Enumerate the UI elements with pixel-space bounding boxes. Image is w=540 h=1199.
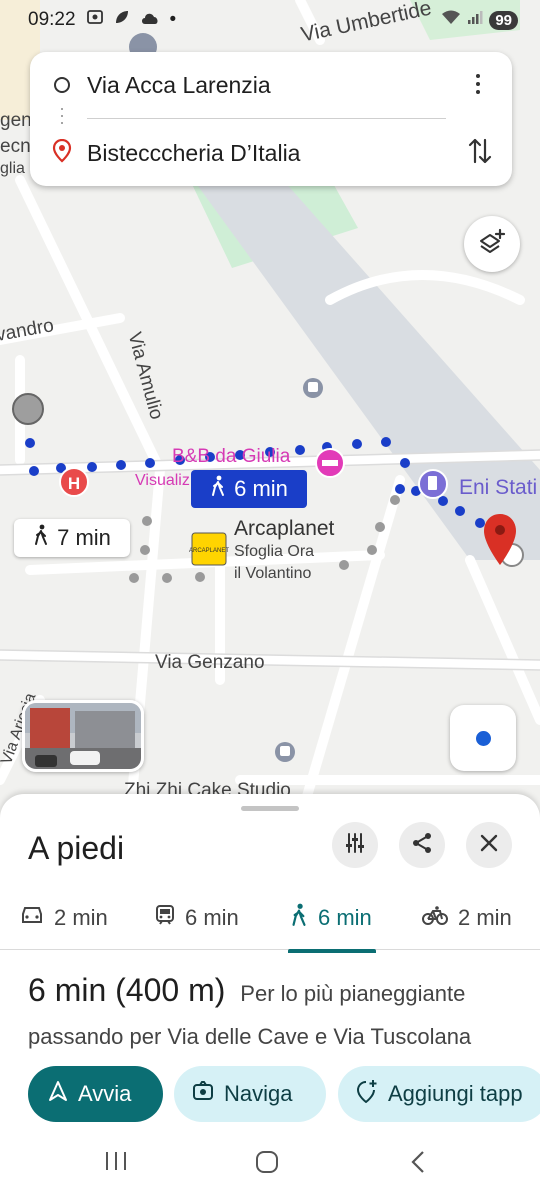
destination-field[interactable]: Bistecccheria D’Italia — [87, 140, 300, 167]
bus-stop-icon — [303, 378, 323, 398]
origin-field[interactable]: Via Acca Larenzia — [87, 72, 271, 99]
leaf-icon — [114, 9, 130, 31]
recent-apps-icon[interactable] — [104, 1150, 128, 1177]
close-icon — [479, 833, 499, 858]
bike-icon — [422, 905, 448, 931]
summary-note: Per lo più pianeggiante — [240, 981, 466, 1006]
home-icon[interactable] — [255, 1150, 279, 1179]
status-time: 09:22 — [28, 9, 76, 30]
my-location-button[interactable] — [450, 705, 516, 771]
tab-walk[interactable]: 6 min — [290, 886, 372, 950]
route-summary: 6 min (400 m) Per lo più pianeggiante — [28, 972, 465, 1009]
summary-time: 6 min — [28, 972, 107, 1008]
destination-row[interactable]: Bistecccheria D’Italia — [30, 125, 512, 181]
back-icon[interactable] — [408, 1150, 428, 1179]
tab-bike[interactable]: 2 min — [422, 886, 512, 950]
poi-eni-label[interactable]: Eni Stati — [459, 476, 537, 500]
tab-car[interactable]: 2 min — [20, 886, 108, 950]
tab-transit[interactable]: 6 min — [155, 886, 239, 950]
navigate-button[interactable]: Naviga — [174, 1066, 326, 1122]
car-icon — [20, 905, 44, 931]
battery-indicator: 99 — [489, 10, 518, 30]
add-stop-icon — [356, 1079, 378, 1109]
poi-bb-label[interactable]: B&B da Giulia — [172, 446, 290, 468]
poi-sfoglia-label: Sfoglia Ora — [234, 543, 315, 560]
sheet-drag-handle[interactable] — [241, 806, 299, 811]
poi-volantino-label: il Volantino — [234, 565, 312, 582]
navigation-arrow-icon — [48, 1080, 68, 1108]
street-label-genzano: Via Genzano — [155, 652, 265, 673]
close-button[interactable] — [466, 822, 512, 868]
poi-visualiz-label: Visualiz — [135, 472, 190, 489]
layers-icon — [478, 228, 506, 261]
add-stop-button[interactable]: Aggiungi tapp — [338, 1066, 540, 1122]
tab-transit-label: 6 min — [185, 905, 239, 930]
tab-car-label: 2 min — [54, 905, 108, 930]
edge-label: glia — [0, 160, 25, 177]
route-time-badge[interactable]: 6 min — [191, 470, 307, 508]
svg-text:ARCAPLANET: ARCAPLANET — [189, 548, 229, 554]
origin-circle-icon — [54, 77, 70, 93]
navigate-icon — [192, 1080, 214, 1108]
route-search-card: Via Acca Larenzia Bistecccheria D’Italia — [30, 52, 512, 186]
wifi-icon — [441, 9, 461, 31]
poi-arcaplanet-label[interactable]: Arcaplanet — [234, 517, 334, 541]
swap-icon[interactable] — [468, 136, 492, 171]
street-view-thumbnail[interactable] — [22, 700, 144, 772]
start-label: Avvia — [78, 1081, 132, 1106]
signal-icon — [467, 9, 483, 31]
active-tab-indicator — [288, 949, 376, 953]
walk-icon — [33, 524, 49, 552]
share-button[interactable] — [399, 822, 445, 868]
more-options-icon[interactable] — [468, 74, 488, 98]
route-options-button[interactable] — [332, 822, 378, 868]
street-view-image — [25, 703, 141, 769]
cloud-icon — [140, 9, 160, 31]
location-icon — [475, 730, 491, 746]
layers-button[interactable] — [464, 216, 520, 272]
tab-walk-label: 6 min — [318, 905, 372, 930]
svg-text:H: H — [68, 474, 80, 493]
sliders-icon — [344, 832, 366, 859]
screenshot-icon — [86, 8, 104, 32]
route-time-label: 6 min — [234, 476, 288, 501]
train-icon — [155, 904, 175, 932]
dot-icon: • — [169, 9, 177, 30]
system-navigation-bar — [0, 1130, 540, 1199]
destination-pin-icon — [52, 138, 72, 168]
alt-route-time-badge[interactable]: 7 min — [14, 519, 130, 557]
tab-bike-label: 2 min — [458, 905, 512, 930]
walk-icon — [210, 475, 226, 503]
start-button[interactable]: Avvia — [28, 1066, 163, 1122]
edge-label: ecn — [0, 136, 31, 157]
route-via-text: passando per Via delle Cave e Via Tuscol… — [28, 1024, 472, 1049]
share-icon — [411, 832, 433, 859]
status-bar: 09:22 • 99 — [0, 0, 540, 40]
walk-icon — [290, 903, 308, 933]
origin-row[interactable]: Via Acca Larenzia — [30, 57, 512, 113]
travel-mode-tabs: 2 min 6 min 6 min 2 min — [0, 886, 540, 950]
divider — [87, 118, 446, 119]
edge-label: gen — [0, 110, 32, 131]
navigate-label: Naviga — [224, 1081, 293, 1106]
alt-route-time-label: 7 min — [57, 525, 111, 550]
sheet-title: A piedi — [28, 830, 125, 866]
add-stop-label: Aggiungi tapp — [388, 1081, 523, 1106]
summary-distance: (400 m) — [115, 972, 226, 1008]
